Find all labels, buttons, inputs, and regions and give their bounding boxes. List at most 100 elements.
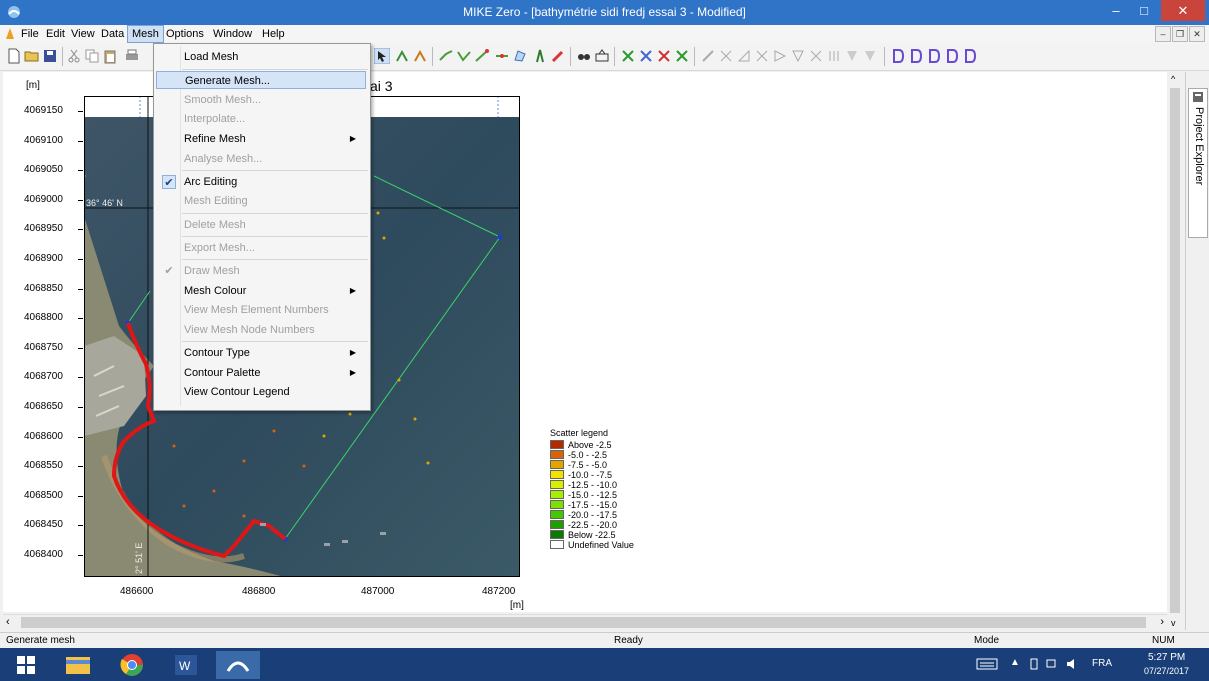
lon-label: 2° 51' E	[134, 543, 144, 574]
move-point-icon[interactable]	[412, 48, 428, 64]
menu-item-smooth-mesh[interactable]: Smooth Mesh...	[156, 91, 366, 109]
mdi-restore-button[interactable]: ❐	[1172, 26, 1188, 42]
scroll-left-icon[interactable]: ‹	[6, 616, 10, 628]
d-tool-1-icon[interactable]	[890, 48, 906, 64]
word-icon[interactable]: W	[164, 651, 208, 679]
node-select-icon[interactable]	[638, 48, 654, 64]
project-explorer-tab[interactable]: Project Explorer	[1188, 88, 1208, 238]
volume-icon[interactable]	[1066, 658, 1080, 670]
scroll-down-icon[interactable]: v	[1171, 618, 1176, 628]
menu-separator	[182, 68, 368, 70]
print-icon[interactable]	[124, 48, 140, 64]
scroll-up-icon[interactable]: ^	[1171, 74, 1175, 84]
menu-item-interpolate[interactable]: Interpolate...	[156, 110, 366, 128]
menu-help[interactable]: Help	[258, 26, 289, 42]
menu-item-contour-palette[interactable]: Contour Palette ▶	[156, 364, 366, 382]
menu-item-arc-editing[interactable]: ✔ Arc Editing	[156, 173, 366, 191]
legend-title: Scatter legend	[550, 428, 609, 438]
y-tick: 4068500	[24, 489, 63, 501]
new-file-icon[interactable]	[6, 48, 22, 64]
menu-item-generate-mesh[interactable]: Generate Mesh...	[156, 71, 366, 90]
menu-item-refine-mesh[interactable]: Refine Mesh ▶	[156, 130, 366, 148]
copy-icon[interactable]	[84, 48, 100, 64]
node-delete-icon[interactable]	[656, 48, 672, 64]
mdi-minimize-button[interactable]: –	[1155, 26, 1171, 42]
network-icon[interactable]	[1046, 658, 1060, 670]
edit-arc-icon[interactable]	[474, 48, 490, 64]
menu-item-analyse-mesh[interactable]: Analyse Mesh...	[156, 150, 366, 168]
split-arc-icon[interactable]	[494, 48, 510, 64]
chrome-icon[interactable]	[110, 651, 154, 679]
node-tool-icon[interactable]	[620, 48, 636, 64]
marker-icon[interactable]	[532, 48, 548, 64]
draw-arc-icon[interactable]	[438, 48, 454, 64]
vertical-scrollbar[interactable]: ^ v	[1167, 72, 1183, 630]
vertical-scroll-thumb[interactable]	[1170, 88, 1180, 613]
windows-start-icon[interactable]	[4, 651, 48, 679]
scroll-right-icon[interactable]: ›	[1160, 616, 1164, 628]
horizontal-scrollbar[interactable]: ‹ ›	[3, 614, 1167, 631]
y-tick-mark	[78, 288, 83, 290]
svg-text:W: W	[179, 659, 191, 673]
menu-item-label: Contour Palette	[184, 366, 261, 379]
d-tool-3-icon[interactable]	[926, 48, 942, 64]
menu-edit[interactable]: Edit	[42, 26, 69, 42]
menu-item-view-contour-legend[interactable]: View Contour Legend	[156, 383, 366, 401]
menu-view[interactable]: View	[67, 26, 99, 42]
cut-icon[interactable]	[66, 48, 82, 64]
menu-item-view-mesh-node-numbers[interactable]: View Mesh Node Numbers	[156, 321, 366, 339]
add-point-icon[interactable]	[394, 48, 410, 64]
properties-icon[interactable]	[594, 48, 610, 64]
clock-date[interactable]: 07/27/2017	[1144, 666, 1189, 676]
menu-item-load-mesh[interactable]: Load Mesh	[156, 48, 366, 66]
polygon-icon[interactable]	[512, 48, 528, 64]
menu-item-delete-mesh[interactable]: Delete Mesh	[156, 216, 366, 234]
d-tool-5-icon[interactable]	[962, 48, 978, 64]
submenu-arrow-icon: ▶	[349, 285, 356, 295]
file-explorer-icon[interactable]	[56, 651, 100, 679]
menu-item-mesh-colour[interactable]: Mesh Colour ▶	[156, 282, 366, 300]
y-axis-unit: [m]	[26, 80, 40, 91]
find-icon[interactable]	[576, 48, 592, 64]
menu-item-view-mesh-element-numbers[interactable]: View Mesh Element Numbers	[156, 301, 366, 319]
mesh-tool-4-icon	[756, 50, 768, 62]
pencil-icon[interactable]	[550, 48, 566, 64]
minimize-button[interactable]: –	[1103, 0, 1129, 21]
legend-entry: Undefined Value	[550, 540, 634, 550]
scatter-legend: Scatter legend Above -2.5 -5.0 - -2.5 -7.5…	[550, 428, 634, 550]
clock-time[interactable]: 5:27 PM	[1148, 652, 1185, 663]
y-tick-mark	[78, 347, 83, 349]
save-icon[interactable]	[42, 48, 58, 64]
mike-zero-taskbar-icon[interactable]	[216, 651, 260, 679]
app-menu-icon[interactable]	[4, 27, 16, 40]
maximize-button[interactable]: □	[1131, 0, 1157, 21]
legend-swatch	[550, 460, 564, 469]
menu-item-contour-type[interactable]: Contour Type ▶	[156, 344, 366, 362]
tray-expand-icon[interactable]: ▲	[1010, 657, 1020, 668]
menu-mesh[interactable]: Mesh	[127, 25, 164, 43]
keyboard-icon[interactable]	[976, 658, 998, 670]
close-button[interactable]: ✕	[1161, 0, 1205, 21]
mesh-tool-9-icon	[847, 51, 857, 61]
horizontal-scroll-thumb[interactable]	[21, 617, 1146, 628]
menu-options[interactable]: Options	[162, 26, 208, 42]
menu-item-mesh-editing[interactable]: Mesh Editing	[156, 192, 366, 210]
menu-item-export-mesh[interactable]: Export Mesh...	[156, 239, 366, 257]
paste-icon[interactable]	[102, 48, 118, 64]
battery-icon[interactable]	[1030, 658, 1038, 670]
menu-window[interactable]: Window	[209, 26, 256, 42]
open-folder-icon[interactable]	[24, 48, 40, 64]
menu-item-label: Arc Editing	[184, 175, 238, 188]
select-arrow-icon[interactable]	[374, 48, 390, 64]
node-edit-icon[interactable]	[674, 48, 690, 64]
d-tool-4-icon[interactable]	[944, 48, 960, 64]
mdi-close-button[interactable]: ✕	[1189, 26, 1205, 42]
d-tool-2-icon[interactable]	[908, 48, 924, 64]
legend-entry: -20.0 - -17.5	[550, 510, 617, 520]
project-explorer-label: Project Explorer	[1193, 107, 1205, 186]
menu-item-draw-mesh[interactable]: ✔ Draw Mesh	[156, 262, 366, 280]
menu-data[interactable]: Data	[97, 26, 128, 42]
draw-polyline-icon[interactable]	[456, 48, 472, 64]
language-indicator[interactable]: FRA	[1092, 658, 1112, 669]
menu-file[interactable]: File	[17, 26, 43, 42]
